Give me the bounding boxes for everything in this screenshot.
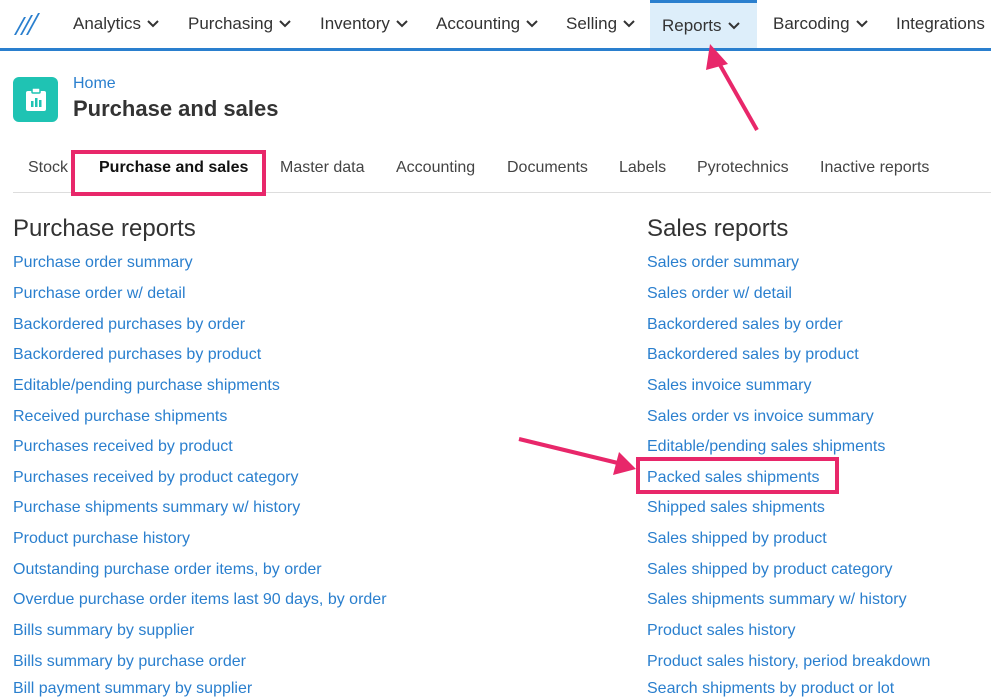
chevron-down-icon (727, 21, 740, 29)
purchase-report-link[interactable]: Editable/pending purchase shipments (13, 377, 280, 395)
purchase-reports-heading: Purchase reports (13, 215, 196, 242)
purchase-report-link[interactable]: Purchase order summary (13, 254, 193, 272)
breadcrumb-home[interactable]: Home (73, 75, 116, 93)
sales-report-link[interactable]: Sales shipped by product (647, 530, 827, 548)
purchase-report-link[interactable]: Received purchase shipments (13, 408, 227, 426)
purchase-report-link[interactable]: Purchase order w/ detail (13, 285, 186, 303)
tab-master-data[interactable]: Master data (280, 159, 364, 177)
purchase-report-link[interactable]: Backordered purchases by order (13, 316, 245, 334)
chevron-down-icon (526, 20, 538, 28)
tab-documents[interactable]: Documents (507, 159, 588, 177)
tab-inactive-reports[interactable]: Inactive reports (820, 159, 929, 177)
sales-report-link[interactable]: Product sales history (647, 622, 796, 640)
sales-report-link[interactable]: Sales shipped by product category (647, 561, 892, 579)
purchase-report-link[interactable]: Backordered purchases by product (13, 346, 261, 364)
nav-analytics[interactable]: Analytics (73, 0, 159, 48)
tab-accounting[interactable]: Accounting (396, 159, 475, 177)
page-title: Purchase and sales (73, 96, 279, 121)
sales-report-link[interactable]: Shipped sales shipments (647, 499, 825, 517)
tab-stock[interactable]: Stock (28, 159, 68, 177)
sales-report-link[interactable]: Sales order w/ detail (647, 285, 792, 303)
nav-purchasing[interactable]: Purchasing (188, 0, 291, 48)
chevron-down-icon (623, 20, 635, 28)
sales-report-link[interactable]: Sales invoice summary (647, 377, 812, 395)
app-logo-icon[interactable] (12, 11, 42, 37)
purchase-report-link[interactable]: Purchase shipments summary w/ history (13, 499, 300, 517)
purchase-report-link[interactable]: Bills summary by purchase order (13, 653, 246, 671)
purchase-report-link[interactable]: Bill payment summary by supplier (13, 680, 252, 698)
purchase-report-link[interactable]: Purchases received by product (13, 438, 233, 456)
nav-selling[interactable]: Selling (566, 0, 635, 48)
nav-accounting[interactable]: Accounting (436, 0, 538, 48)
arrow-icon (518, 437, 636, 475)
nav-label: Analytics (73, 14, 142, 33)
purchase-report-link[interactable]: Purchases received by product category (13, 469, 298, 487)
link-highlight-box (636, 457, 839, 494)
sales-report-link[interactable]: Backordered sales by order (647, 316, 843, 334)
chevron-down-icon (279, 20, 291, 28)
tab-pyrotechnics[interactable]: Pyrotechnics (697, 159, 789, 177)
nav-label: Barcoding (773, 14, 850, 33)
purchase-report-link[interactable]: Bills summary by supplier (13, 622, 194, 640)
nav-label: Integrations (896, 14, 985, 33)
nav-label: Selling (566, 14, 618, 33)
nav-inventory[interactable]: Inventory (320, 0, 408, 48)
nav-label: Inventory (320, 14, 390, 33)
chevron-down-icon (396, 20, 408, 28)
purchase-report-link[interactable]: Outstanding purchase order items, by ord… (13, 561, 322, 579)
sales-report-link[interactable]: Product sales history, period breakdown (647, 653, 930, 671)
tab-labels[interactable]: Labels (619, 159, 666, 177)
chevron-down-icon (147, 20, 159, 28)
nav-reports[interactable]: Reports (650, 0, 757, 48)
clipboard-chart-icon (13, 77, 58, 122)
sales-report-link[interactable]: Sales shipments summary w/ history (647, 591, 907, 609)
sales-reports-heading: Sales reports (647, 215, 789, 242)
tab-highlight-box (71, 150, 266, 196)
sales-report-link[interactable]: Editable/pending sales shipments (647, 438, 885, 456)
purchase-report-link[interactable]: Overdue purchase order items last 90 day… (13, 591, 387, 609)
sales-report-link[interactable]: Backordered sales by product (647, 346, 859, 364)
sales-report-link[interactable]: Search shipments by product or lot (647, 680, 894, 698)
nav-integrations[interactable]: Integrations (896, 0, 985, 48)
nav-label: Reports (662, 15, 722, 35)
sales-report-link[interactable]: Sales order vs invoice summary (647, 408, 874, 426)
arrow-icon (706, 44, 759, 131)
nav-label: Accounting (436, 14, 521, 33)
top-nav: Analytics Purchasing Inventory Accountin… (0, 0, 991, 51)
chevron-down-icon (855, 20, 868, 28)
nav-label: Purchasing (188, 14, 274, 33)
purchase-report-link[interactable]: Product purchase history (13, 530, 190, 548)
nav-barcoding[interactable]: Barcoding (773, 0, 868, 48)
sales-report-link[interactable]: Sales order summary (647, 254, 799, 272)
